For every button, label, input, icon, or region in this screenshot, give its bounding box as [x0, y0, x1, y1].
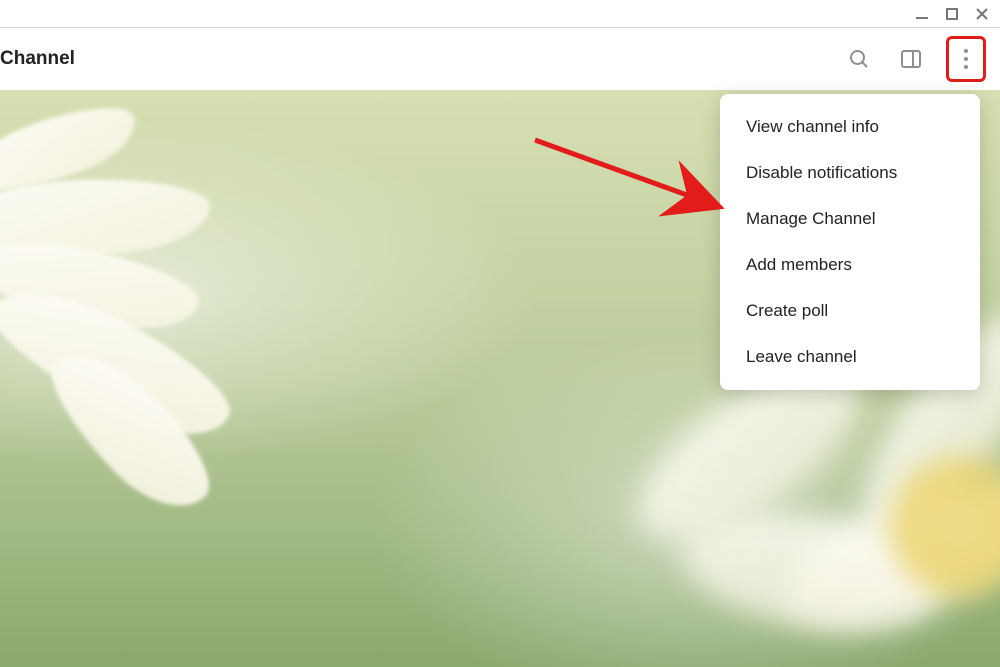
maximize-icon[interactable] [944, 6, 960, 22]
menu-item-disable-notif[interactable]: Disable notifications [720, 150, 980, 196]
menu-item-view-info[interactable]: View channel info [720, 104, 980, 150]
channel-title: Channel [0, 48, 75, 70]
search-icon[interactable] [842, 42, 876, 76]
toolbar-icons [842, 36, 986, 82]
menu-item-leave-channel[interactable]: Leave channel [720, 334, 980, 380]
window-titlebar [0, 0, 1000, 28]
close-icon[interactable] [974, 6, 990, 22]
side-panel-icon[interactable] [894, 42, 928, 76]
menu-item-add-members[interactable]: Add members [720, 242, 980, 288]
menu-item-manage-channel[interactable]: Manage Channel [720, 196, 980, 242]
channel-options-menu: View channel info Disable notifications … [720, 94, 980, 390]
menu-item-create-poll[interactable]: Create poll [720, 288, 980, 334]
more-vert-icon[interactable] [946, 36, 986, 82]
minimize-icon[interactable] [914, 6, 930, 22]
dots-icon [964, 57, 968, 61]
channel-header: Channel [0, 28, 1000, 90]
